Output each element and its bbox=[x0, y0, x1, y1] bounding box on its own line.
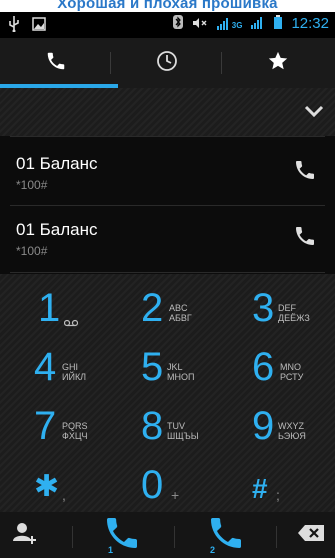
banner-text: Хорошая и плохая прошивка bbox=[57, 0, 278, 12]
tab-favorites[interactable] bbox=[222, 38, 333, 88]
expand-bar[interactable] bbox=[0, 88, 335, 136]
signal-icon bbox=[251, 16, 265, 32]
key-star[interactable]: ✱ , bbox=[0, 451, 111, 511]
key-digit: 1 bbox=[38, 286, 61, 330]
title-banner: Хорошая и плохая прошивка bbox=[0, 0, 335, 12]
call-icon[interactable] bbox=[293, 158, 317, 187]
backspace-button[interactable] bbox=[286, 512, 335, 558]
key-digit: 5 bbox=[141, 345, 164, 389]
key-letters: PQRS ФХЦЧ bbox=[62, 421, 88, 441]
divider bbox=[10, 272, 325, 273]
sim2-label: 2 bbox=[210, 545, 216, 555]
key-digit: 9 bbox=[252, 404, 275, 448]
key-letters: MNO РСТУ bbox=[280, 362, 304, 382]
key-8[interactable]: 8 TUV ШЩЪЫ bbox=[111, 392, 222, 452]
backspace-icon bbox=[297, 524, 324, 546]
key-2[interactable]: 2 ABC АБВГ bbox=[111, 274, 222, 334]
mute-icon bbox=[192, 16, 208, 32]
key-digit: 4 bbox=[34, 345, 57, 389]
chevron-down-icon[interactable] bbox=[303, 100, 325, 127]
image-icon bbox=[32, 17, 46, 36]
key-digit: 7 bbox=[34, 404, 57, 448]
voicemail-icon bbox=[63, 314, 79, 332]
status-bar: 3G 12:32 bbox=[0, 12, 335, 38]
usb-icon bbox=[8, 16, 20, 37]
star-icon bbox=[267, 50, 289, 77]
clock-time: 12:32 bbox=[291, 15, 329, 32]
key-sub: ; bbox=[276, 487, 280, 503]
contact-number: *100# bbox=[16, 178, 48, 192]
key-digit: ✱ bbox=[34, 470, 60, 503]
key-4[interactable]: 4 GHI ИЙКЛ bbox=[0, 333, 111, 393]
contact-number: *100# bbox=[16, 244, 48, 258]
call-sim1-button[interactable]: 1 bbox=[92, 512, 152, 558]
key-1[interactable]: 1 bbox=[0, 274, 111, 334]
tab-bar bbox=[0, 38, 335, 88]
add-contact-button[interactable] bbox=[0, 512, 52, 558]
key-6[interactable]: 6 MNO РСТУ bbox=[222, 333, 333, 393]
divider bbox=[10, 136, 325, 137]
key-hash[interactable]: # ; bbox=[222, 451, 333, 511]
key-letters: GHI ИЙКЛ bbox=[62, 362, 87, 382]
call-sim2-button[interactable]: 2 bbox=[196, 512, 256, 558]
key-5[interactable]: 5 JKL МНОП bbox=[111, 333, 222, 393]
list-item[interactable]: 01 Баланс *100# bbox=[0, 206, 335, 270]
key-digit: 3 bbox=[252, 286, 275, 330]
key-digit: 2 bbox=[141, 286, 164, 330]
tab-recent[interactable] bbox=[111, 38, 222, 88]
battery-icon bbox=[274, 15, 283, 32]
phone-icon bbox=[45, 50, 67, 77]
key-letters: ABC АБВГ bbox=[169, 303, 192, 323]
key-digit: # bbox=[252, 473, 268, 504]
key-9[interactable]: 9 WXYZ ЬЭЮЯ bbox=[222, 392, 333, 452]
tab-phone[interactable] bbox=[0, 38, 111, 88]
key-0[interactable]: 0 + bbox=[111, 451, 222, 511]
bottom-action-bar: 1 2 bbox=[0, 512, 335, 558]
key-letters: WXYZ ЬЭЮЯ bbox=[278, 421, 306, 441]
key-sub: + bbox=[171, 487, 180, 503]
dialpad: 1 2 ABC АБВГ 3 DEF ДЕЁЖЗ 4 GHI ИЙКЛ 5 JK… bbox=[0, 274, 335, 512]
add-contact-icon bbox=[13, 521, 39, 550]
key-letters: DEF ДЕЁЖЗ bbox=[278, 303, 310, 323]
network-type-label: 3G bbox=[231, 20, 243, 30]
sim1-label: 1 bbox=[108, 545, 114, 555]
clock-icon bbox=[156, 50, 178, 77]
signal-icon-3g: 3G bbox=[216, 17, 243, 30]
key-digit: 0 bbox=[141, 463, 164, 507]
key-digit: 8 bbox=[141, 404, 164, 448]
key-3[interactable]: 3 DEF ДЕЁЖЗ bbox=[222, 274, 333, 334]
contact-name: 01 Баланс bbox=[16, 154, 98, 173]
call-icon[interactable] bbox=[293, 224, 317, 253]
bluetooth-icon bbox=[172, 15, 183, 32]
contact-name: 01 Баланс bbox=[16, 220, 98, 239]
list-item[interactable]: 01 Баланс *100# bbox=[0, 140, 335, 204]
key-sub: , bbox=[62, 487, 66, 503]
key-letters: TUV ШЩЪЫ bbox=[167, 421, 199, 441]
key-letters: JKL МНОП bbox=[167, 362, 195, 382]
recent-calls-list: 01 Баланс *100# 01 Баланс *100# bbox=[0, 136, 335, 274]
key-7[interactable]: 7 PQRS ФХЦЧ bbox=[0, 392, 111, 452]
key-digit: 6 bbox=[252, 345, 275, 389]
